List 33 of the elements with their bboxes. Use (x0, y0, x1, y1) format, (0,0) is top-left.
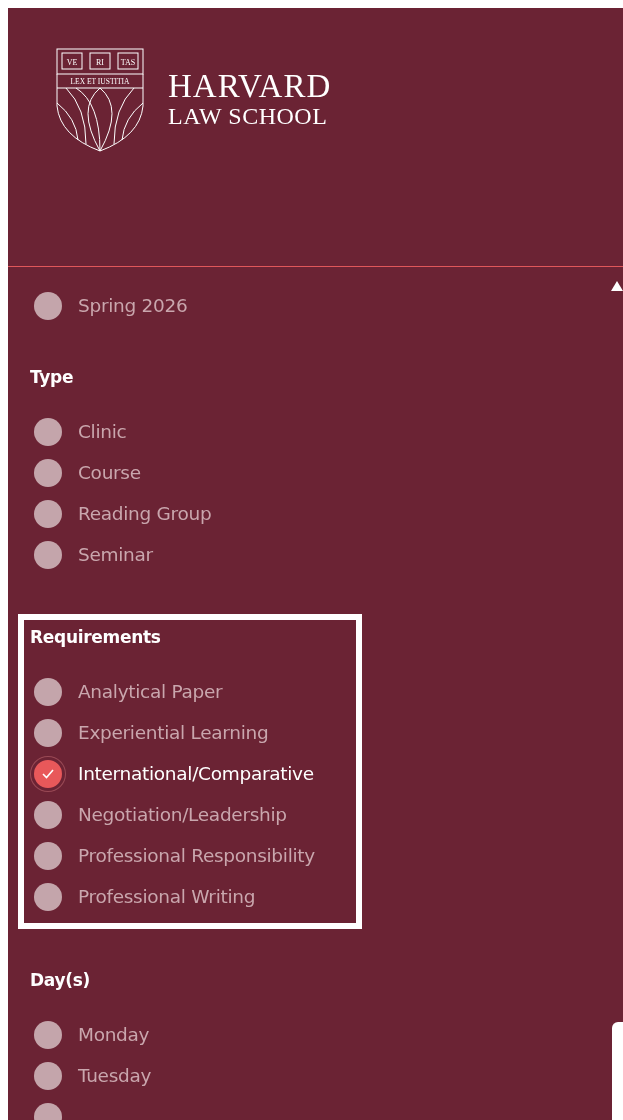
option-label[interactable]: Reading Group (78, 503, 212, 524)
option-label[interactable]: Experiential Learning (78, 722, 269, 743)
checkbox[interactable] (34, 677, 62, 706)
option-label[interactable]: Analytical Paper (78, 681, 223, 702)
checkbox[interactable] (34, 458, 62, 487)
option-label[interactable]: Seminar (78, 544, 153, 565)
filter-heading: Type (30, 366, 75, 389)
option-label[interactable]: Course (78, 462, 141, 483)
filter-heading: Requirements (30, 626, 162, 649)
option-label[interactable]: International/Comparative (78, 763, 314, 784)
checkbox[interactable] (34, 1020, 62, 1049)
option-label[interactable]: Professional Responsibility (78, 845, 315, 866)
scroll-up-icon[interactable] (611, 281, 623, 291)
checkbox[interactable] (34, 499, 62, 528)
checkbox[interactable] (34, 718, 62, 747)
checkbox[interactable] (34, 417, 62, 446)
option-label[interactable]: Clinic (78, 421, 127, 442)
checkbox[interactable] (34, 540, 62, 569)
checkbox[interactable] (34, 882, 62, 911)
wordmark-subtitle: LAW SCHOOL (168, 102, 329, 130)
option-label[interactable]: Spring 2026 (78, 295, 188, 316)
wordmark-title: HARVARD (168, 70, 332, 102)
checkbox[interactable] (34, 1061, 62, 1090)
filter-heading: Day(s) (30, 969, 91, 992)
option-label[interactable]: Tuesday (78, 1065, 152, 1086)
checkbox[interactable] (34, 841, 62, 870)
check-icon (41, 767, 55, 780)
option-label[interactable]: Monday (78, 1024, 150, 1045)
option-label[interactable]: Professional Writing (78, 886, 256, 907)
checkbox[interactable] (34, 291, 62, 320)
checkbox[interactable] (34, 800, 62, 829)
option-label[interactable]: Negotiation/Leadership (78, 804, 287, 825)
checkbox[interactable] (34, 759, 62, 788)
